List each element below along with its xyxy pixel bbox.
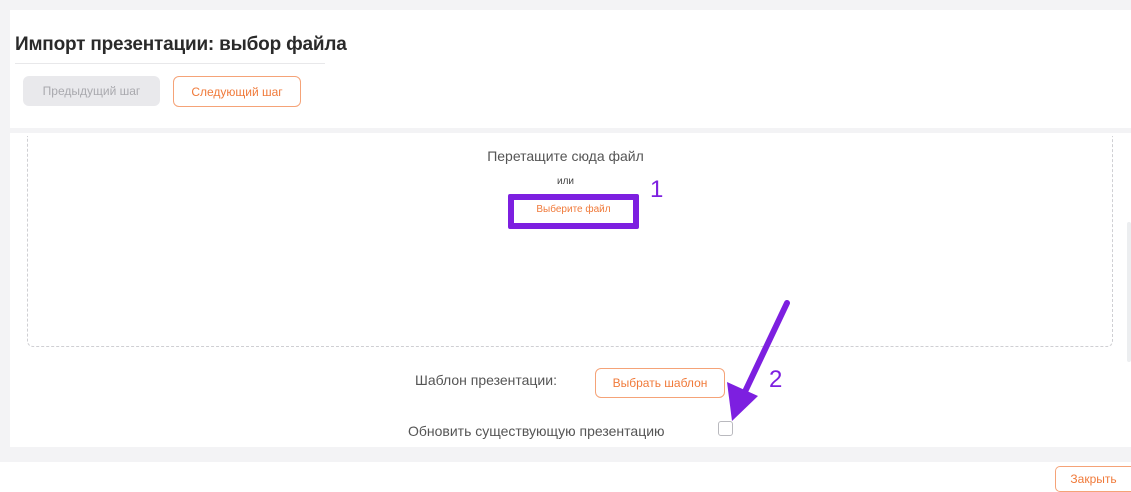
choose-template-button[interactable]: Выбрать шаблон xyxy=(595,368,725,398)
update-presentation-label: Обновить существующую презентацию xyxy=(408,423,665,439)
annotation-arrow-icon xyxy=(727,300,790,421)
or-text: или xyxy=(556,176,574,187)
template-label: Шаблон презентации: xyxy=(415,372,557,388)
annotation-marker-1: 1 xyxy=(650,176,664,203)
update-presentation-checkbox[interactable] xyxy=(718,421,733,436)
scrollbar-track[interactable] xyxy=(1127,222,1131,362)
page-title: Импорт презентации: выбор файла xyxy=(15,34,347,55)
previous-step-button[interactable]: Предыдущий шаг xyxy=(23,76,160,106)
title-divider xyxy=(15,63,325,64)
next-step-button[interactable]: Следующий шаг xyxy=(173,76,301,107)
choose-file-label: Выберите файл xyxy=(536,204,611,215)
choose-file-button[interactable]: Выберите файл xyxy=(508,194,639,229)
header-panel xyxy=(10,10,1131,128)
close-button[interactable]: Закрыть xyxy=(1055,466,1131,492)
drag-hint-text: Перетащите сюда файл xyxy=(487,148,644,164)
file-dropzone[interactable] xyxy=(27,136,1113,347)
